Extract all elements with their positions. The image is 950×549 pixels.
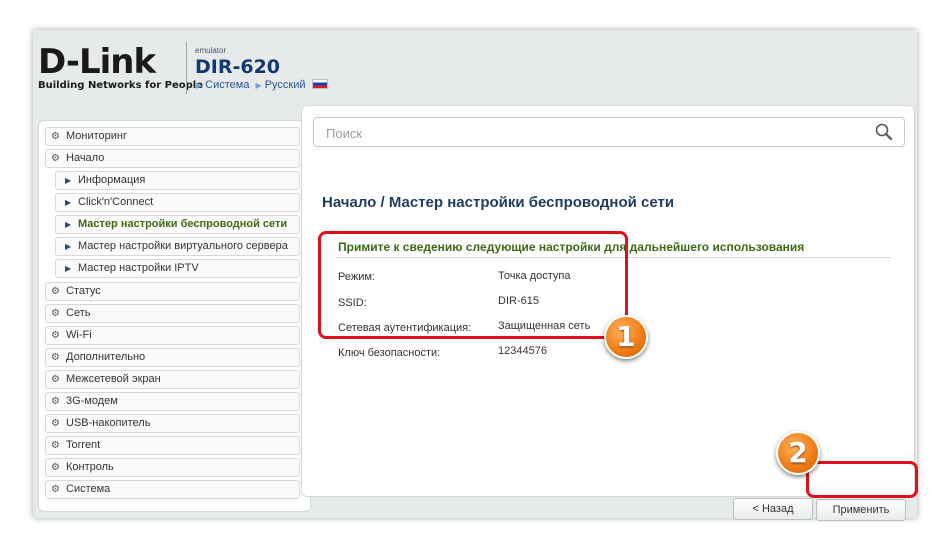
- sidebar-item-label: Начало: [66, 152, 105, 164]
- sidebar-item-label: Дополнительно: [66, 351, 146, 363]
- sidebar-item-label: Click'n'Connect: [78, 196, 154, 208]
- sidebar-item-start[interactable]: ⚙ Начало: [45, 149, 300, 168]
- sidebar-item-label: Мониторинг: [66, 130, 128, 142]
- gear-icon: ⚙: [51, 286, 60, 297]
- page-title: Начало / Мастер настройки беспроводной с…: [322, 194, 675, 211]
- header: D-Link Building Networks for People emul…: [33, 30, 917, 102]
- sidebar-item-network[interactable]: ⚙ Сеть: [45, 304, 300, 323]
- sidebar-item-label: Мастер настройки виртуального сервера: [78, 240, 288, 252]
- bullet-arrow-icon: ▶: [65, 264, 72, 273]
- language-link[interactable]: Русский: [265, 79, 306, 91]
- header-nav: ▶ Система ▶ Русский: [196, 79, 328, 91]
- security-key-value: 12344576: [498, 345, 547, 357]
- gear-icon: ⚙: [51, 131, 60, 142]
- sidebar-item-info[interactable]: ▶ Информация: [55, 171, 300, 190]
- sidebar-item-advanced[interactable]: ⚙ Дополнительно: [45, 348, 300, 367]
- sidebar-item-clickn-connect[interactable]: ▶ Click'n'Connect: [55, 193, 300, 212]
- sidebar-item-label: 3G-модем: [66, 395, 118, 407]
- gear-icon: ⚙: [51, 308, 60, 319]
- highlight-apply-box: [806, 461, 918, 498]
- gear-icon: ⚙: [51, 418, 60, 429]
- search-input[interactable]: Поиск: [313, 117, 905, 147]
- search-icon[interactable]: [874, 122, 894, 142]
- gear-icon: ⚙: [51, 440, 60, 451]
- step-badge-1: 1: [604, 315, 648, 359]
- sidebar-item-3g-modem[interactable]: ⚙ 3G-модем: [45, 392, 300, 411]
- sidebar-item-label: Мастер настройки IPTV: [78, 262, 199, 274]
- back-button[interactable]: < Назад: [733, 498, 813, 520]
- bullet-arrow-icon: ▶: [65, 242, 72, 251]
- gear-icon: ⚙: [51, 330, 60, 341]
- apply-button[interactable]: Применить: [816, 499, 906, 521]
- arrow-right-icon: ▶: [196, 81, 203, 90]
- step-badge-2: 2: [776, 431, 820, 475]
- bullet-arrow-icon: ▶: [65, 176, 72, 185]
- sidebar-item-label: Система: [66, 483, 111, 495]
- header-divider: [186, 42, 187, 94]
- gear-icon: ⚙: [51, 462, 60, 473]
- sidebar-item-system[interactable]: ⚙ Система: [45, 480, 300, 499]
- sidebar-item-label: Межсетевой экран: [66, 373, 161, 385]
- sidebar-item-label: Контроль: [66, 461, 114, 473]
- sidebar-item-firewall[interactable]: ⚙ Межсетевой экран: [45, 370, 300, 389]
- gear-icon: ⚙: [51, 352, 60, 363]
- highlight-settings-box: [318, 231, 628, 339]
- sidebar-item-label: Сеть: [66, 307, 91, 319]
- sidebar-item-control[interactable]: ⚙ Контроль: [45, 458, 300, 477]
- search-placeholder: Поиск: [326, 126, 363, 141]
- sidebar-item-label: Мастер настройки беспроводной сети: [78, 218, 288, 230]
- security-key-label: Ключ безопасности:: [338, 347, 441, 359]
- sidebar-item-iptv-wizard[interactable]: ▶ Мастер настройки IPTV: [55, 259, 300, 278]
- sidebar-item-status[interactable]: ⚙ Статус: [45, 282, 300, 301]
- gear-icon: ⚙: [51, 396, 60, 407]
- sidebar-item-label: Wi-Fi: [66, 329, 92, 341]
- dlink-logo: D-Link: [38, 42, 156, 82]
- sidebar: ⚙ Мониторинг ⚙ Начало ▶ Информация ▶ Click'n…: [38, 120, 311, 512]
- arrow-right-icon: ▶: [255, 81, 262, 90]
- bullet-arrow-icon: ▶: [65, 220, 72, 229]
- sidebar-item-wifi[interactable]: ⚙ Wi-Fi: [45, 326, 300, 345]
- model-name: DIR-620: [195, 56, 281, 78]
- sidebar-item-virtual-server-wizard[interactable]: ▶ Мастер настройки виртуального сервера: [55, 237, 300, 256]
- sidebar-item-label: Информация: [78, 174, 146, 186]
- emulator-label: emulator: [195, 46, 227, 55]
- sidebar-item-monitoring[interactable]: ⚙ Мониторинг: [45, 127, 300, 146]
- sidebar-item-usb-storage[interactable]: ⚙ USB-накопитель: [45, 414, 300, 433]
- system-link[interactable]: Система: [205, 79, 249, 91]
- sidebar-item-label: Torrent: [66, 439, 101, 451]
- gear-icon: ⚙: [51, 153, 60, 164]
- gear-icon: ⚙: [51, 484, 60, 495]
- sidebar-item-wireless-wizard[interactable]: ▶ Мастер настройки беспроводной сети: [55, 215, 300, 234]
- sidebar-item-label: USB-накопитель: [66, 417, 151, 429]
- sidebar-item-label: Статус: [66, 285, 101, 297]
- gear-icon: ⚙: [51, 374, 60, 385]
- bullet-arrow-icon: ▶: [65, 198, 72, 207]
- sidebar-item-torrent[interactable]: ⚙ Torrent: [45, 436, 300, 455]
- russia-flag-icon[interactable]: [311, 79, 328, 89]
- logo-tagline: Building Networks for People: [38, 80, 203, 91]
